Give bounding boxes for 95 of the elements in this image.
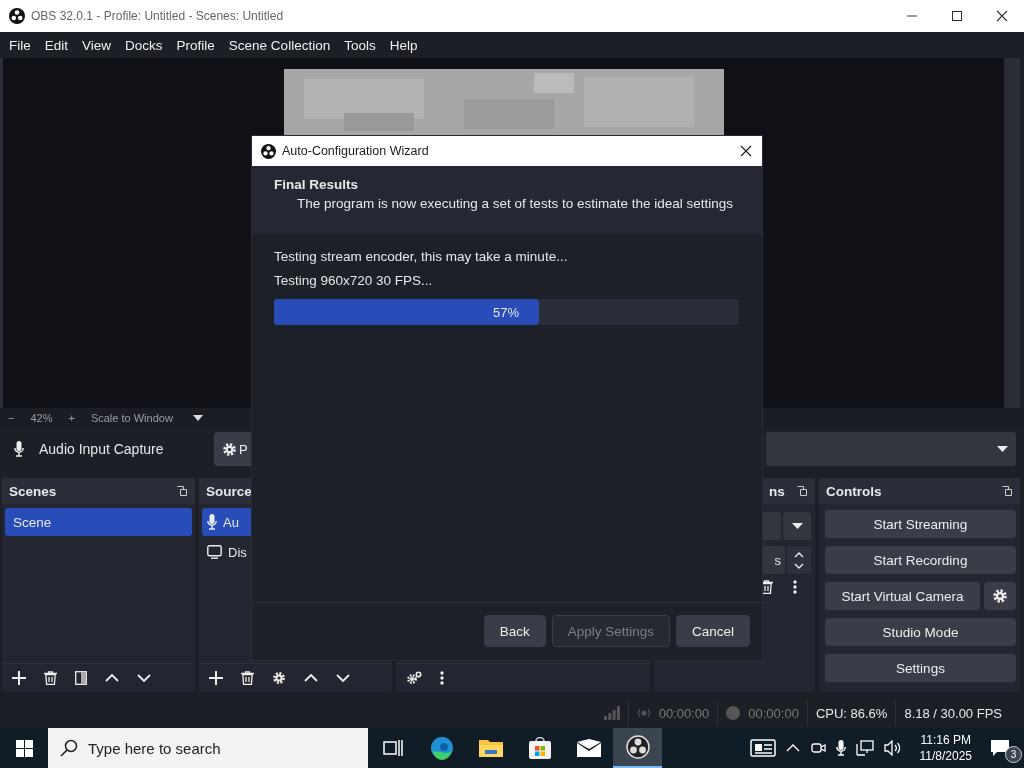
obs-icon: [625, 735, 650, 759]
progress-reading: 57%: [493, 304, 520, 320]
add-icon[interactable]: [209, 671, 223, 685]
zoom-out-button[interactable]: −: [8, 412, 15, 424]
fps-reading: 8.18 / 30.00 FPS: [904, 705, 1002, 721]
broadcast-icon: [636, 708, 651, 718]
increment-icon[interactable]: [794, 551, 804, 558]
taskbar-app[interactable]: [613, 728, 662, 768]
menu-item[interactable]: Scene Collection: [221, 37, 338, 53]
source-item[interactable]: Dis: [202, 538, 389, 566]
obs-logo-icon: [9, 8, 25, 24]
mail-icon: [576, 739, 601, 757]
undock-icon[interactable]: [177, 486, 187, 496]
chevron-up-icon[interactable]: [785, 744, 800, 752]
page-heading: Final Results: [274, 177, 360, 192]
control-button[interactable]: Start Streaming: [825, 510, 1016, 538]
folder-icon: [478, 738, 503, 758]
browser-icon: [429, 736, 454, 760]
dialog-button[interactable]: Cancel: [675, 615, 750, 647]
notification-count: 3: [1005, 746, 1022, 763]
move-down-icon[interactable]: [137, 674, 151, 682]
trash-icon[interactable]: [760, 580, 773, 594]
status-text: Testing stream encoder, this may take a minute...: [274, 249, 569, 266]
dialog-title: Auto-Configuration Wizard: [282, 144, 430, 158]
window-title: OBS 32.0.1 - Profile: Untitled - Scenes: Untitled: [31, 9, 285, 23]
menu-item[interactable]: Edit: [37, 37, 76, 53]
trash-icon[interactable]: [241, 671, 254, 685]
store-icon: [528, 737, 551, 759]
gear-icon[interactable]: [272, 671, 286, 685]
search-icon: [60, 739, 78, 757]
gear-icon: [992, 588, 1008, 604]
menu-item[interactable]: Docks: [118, 37, 170, 53]
menu-item[interactable]: Tools: [337, 37, 383, 53]
panel-title: Scenes: [9, 483, 57, 499]
menu-item[interactable]: View: [75, 37, 119, 53]
move-up-icon[interactable]: [105, 674, 119, 682]
settings-button[interactable]: [984, 582, 1016, 610]
clock-time[interactable]: 11:16 PM: [920, 732, 971, 748]
panel-title: ns: [769, 483, 785, 499]
add-icon[interactable]: [12, 671, 26, 685]
caret-icon[interactable]: [192, 415, 203, 421]
scroll-bar[interactable]: [1004, 58, 1020, 408]
control-button[interactable]: Settings: [825, 654, 1016, 682]
control-button[interactable]: Start Virtual Camera: [825, 582, 980, 610]
record-time: 00:00:00: [748, 705, 799, 721]
microphone-icon[interactable]: [835, 740, 846, 756]
network-icon[interactable]: [855, 740, 874, 756]
zoom-in-button[interactable]: +: [68, 412, 75, 424]
control-button[interactable]: Start Recording: [825, 546, 1016, 574]
camera-icon[interactable]: [809, 740, 826, 756]
caret-icon: [791, 523, 803, 529]
menu-item[interactable]: Help: [382, 37, 425, 53]
close-icon[interactable]: [996, 10, 1008, 22]
caret-icon: [997, 446, 1008, 452]
trash-icon[interactable]: [44, 671, 57, 685]
news-icon[interactable]: [749, 739, 776, 757]
maximize-icon[interactable]: [951, 10, 963, 22]
microphone-icon: [207, 514, 217, 530]
dialog-button[interactable]: Back: [483, 615, 546, 647]
source-name: Audio Input Capture: [39, 441, 165, 457]
zoom-level: 42%: [30, 412, 53, 424]
microphone-icon: [14, 441, 24, 457]
close-icon[interactable]: [740, 145, 752, 157]
clock-date[interactable]: 11/8/2025: [919, 748, 972, 764]
task-view-icon: [382, 739, 403, 757]
control-button[interactable]: Studio Mode: [825, 618, 1016, 646]
gears-icon[interactable]: [406, 671, 422, 685]
status-detail: Testing 960x720 30 FPS...: [274, 273, 434, 290]
move-up-icon[interactable]: [304, 674, 318, 682]
panel-title: Source: [206, 483, 252, 499]
filter-icon[interactable]: [75, 671, 87, 685]
page-description: The program is now executing a set of tests to estimate the ideal settings: [296, 196, 734, 211]
undock-icon[interactable]: [1002, 486, 1012, 496]
gear-icon: [222, 441, 237, 457]
scale-mode-label: Scale to Window: [90, 412, 173, 424]
signal-icon: [603, 706, 620, 720]
menu-item[interactable]: Profile: [169, 37, 222, 53]
stream-time: 00:00:00: [658, 705, 710, 721]
cpu-usage: CPU: 86.6%: [815, 705, 888, 721]
record-icon: [726, 706, 741, 720]
undock-icon[interactable]: [797, 486, 807, 496]
monitor-icon: [207, 545, 222, 559]
panel-title: Controls: [826, 483, 882, 499]
dropdown-button[interactable]: [783, 512, 811, 540]
menu-item[interactable]: File: [2, 37, 38, 53]
more-icon[interactable]: [440, 671, 444, 685]
windows-start-icon[interactable]: [16, 739, 33, 757]
search-field[interactable]: Type here to search: [48, 728, 368, 768]
more-icon[interactable]: [793, 580, 797, 594]
notification-icon[interactable]: [990, 739, 1010, 757]
move-down-icon[interactable]: [336, 674, 350, 682]
volume-icon[interactable]: [883, 740, 902, 756]
obs-logo-icon: [261, 143, 276, 159]
scene-item[interactable]: Scene: [5, 508, 192, 536]
decrement-icon[interactable]: [794, 562, 804, 569]
